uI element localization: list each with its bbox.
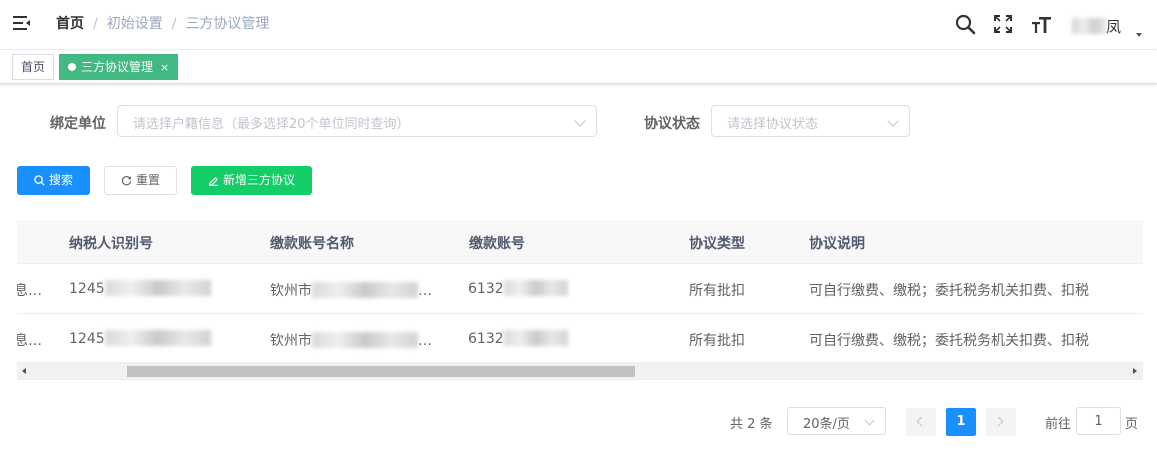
redacted-text <box>104 280 211 296</box>
scroll-right-icon[interactable] <box>1133 368 1137 374</box>
breadcrumb-separator: / <box>93 16 98 32</box>
column-header-type: 协议类型 <box>689 236 745 252</box>
tag-home-label: 首页 <box>21 60 46 74</box>
next-page-button[interactable] <box>986 408 1016 436</box>
page-number-current[interactable]: 1 <box>946 408 976 436</box>
table-row[interactable]: 息… 1245 钦州市… 6132 所有批扣 可自行缴费、缴税；委托税务机关扣费… <box>17 314 1143 363</box>
refresh-icon <box>121 175 132 186</box>
cell-tax-id: 1245 <box>69 330 211 347</box>
column-header-tax-id: 纳税人识别号 <box>69 236 153 252</box>
cell-account-name: 钦州市… <box>270 282 432 299</box>
chevron-down-icon <box>864 415 875 426</box>
navbar: 首页 / 初始设置 / 三方协议管理 凤 <box>0 0 1157 50</box>
add-agreement-button-label: 新增三方协议 <box>222 173 295 187</box>
pagination-total: 共 2 条 <box>730 417 773 432</box>
scroll-left-icon[interactable] <box>22 368 26 374</box>
breadcrumb-current: 三方协议管理 <box>185 16 270 32</box>
redacted-text <box>312 332 418 348</box>
chevron-right-icon <box>993 416 1004 427</box>
breadcrumb: 首页 / 初始设置 / 三方协议管理 <box>56 15 269 33</box>
fullscreen-icon[interactable] <box>993 14 1015 36</box>
column-header-account-name: 缴款账号名称 <box>270 236 354 252</box>
horizontal-scrollbar[interactable] <box>17 363 1143 380</box>
reset-button[interactable]: 重置 <box>104 166 177 195</box>
redacted-text <box>312 282 418 298</box>
search-icon[interactable] <box>955 14 977 36</box>
unit-select-placeholder: 请选择户籍信息（最多选择20个单位同时查询） <box>133 117 410 132</box>
cell-desc: 可自行缴费、缴税；委托税务机关扣费、扣税 <box>809 283 1089 299</box>
column-header-desc: 协议说明 <box>809 236 865 252</box>
chevron-down-icon <box>887 115 899 127</box>
page-size-select[interactable]: 20条/页 <box>787 407 886 435</box>
search-button-label: 搜索 <box>48 173 73 187</box>
agreement-table: 纳税人识别号 缴款账号名称 缴款账号 协议类型 协议说明 息… 1245 钦州市… <box>17 220 1143 381</box>
tags-view: 首页 三方协议管理 × <box>0 50 1157 84</box>
goto-page-input[interactable] <box>1076 407 1121 435</box>
unit-label: 绑定单位 <box>50 116 106 132</box>
goto-label: 前往 <box>1045 417 1072 432</box>
table-header: 纳税人识别号 缴款账号名称 缴款账号 协议类型 协议说明 <box>17 220 1143 264</box>
cell-account-no: 6132 <box>468 280 568 297</box>
tag-label: 三方协议管理 <box>81 60 154 74</box>
active-dot-icon <box>68 63 76 71</box>
user-name-redacted <box>1072 18 1106 34</box>
font-size-icon[interactable] <box>1031 14 1053 36</box>
close-icon[interactable]: × <box>160 61 169 74</box>
reset-button-label: 重置 <box>135 173 160 187</box>
add-agreement-button[interactable]: 新增三方协议 <box>191 166 312 195</box>
user-name[interactable]: 凤 <box>1072 16 1121 37</box>
breadcrumb-settings: 初始设置 <box>106 16 163 32</box>
cell-truncated: 息… <box>17 333 42 349</box>
cell-truncated: 息… <box>17 283 42 299</box>
redacted-text <box>104 330 211 346</box>
status-label: 协议状态 <box>644 116 700 132</box>
tag-home[interactable]: 首页 <box>12 54 55 80</box>
status-select[interactable]: 请选择协议状态 <box>711 105 910 137</box>
tag-third-party-agreement[interactable]: 三方协议管理 × <box>59 54 179 80</box>
cell-tax-id: 1245 <box>69 280 211 297</box>
search-button[interactable]: 搜索 <box>17 166 90 195</box>
cell-desc: 可自行缴费、缴税；委托税务机关扣费、扣税 <box>809 333 1089 349</box>
chevron-left-icon <box>916 416 927 427</box>
search-icon <box>34 175 45 186</box>
edit-icon <box>208 176 219 186</box>
cell-account-no: 6132 <box>468 330 568 347</box>
breadcrumb-separator: / <box>171 16 177 32</box>
scrollbar-thumb[interactable] <box>127 366 635 377</box>
cell-type: 所有批扣 <box>689 283 745 299</box>
redacted-text <box>503 330 568 346</box>
chevron-down-icon <box>574 115 586 127</box>
caret-down-icon[interactable] <box>1136 33 1142 37</box>
status-select-placeholder: 请选择协议状态 <box>727 117 819 132</box>
redacted-text <box>503 280 568 296</box>
cell-type: 所有批扣 <box>689 333 745 349</box>
hamburger-menu-icon[interactable] <box>13 15 31 31</box>
unit-select[interactable]: 请选择户籍信息（最多选择20个单位同时查询） <box>117 105 597 137</box>
breadcrumb-home[interactable]: 首页 <box>56 16 84 32</box>
column-header-account-no: 缴款账号 <box>469 236 525 252</box>
page-size-value: 20条/页 <box>803 417 850 432</box>
goto-unit: 页 <box>1125 417 1139 432</box>
user-name-suffix: 凤 <box>1106 18 1122 36</box>
prev-page-button[interactable] <box>906 408 936 436</box>
cell-account-name: 钦州市… <box>270 332 432 349</box>
table-row[interactable]: 息… 1245 钦州市… 6132 所有批扣 可自行缴费、缴税；委托税务机关扣费… <box>17 264 1143 314</box>
